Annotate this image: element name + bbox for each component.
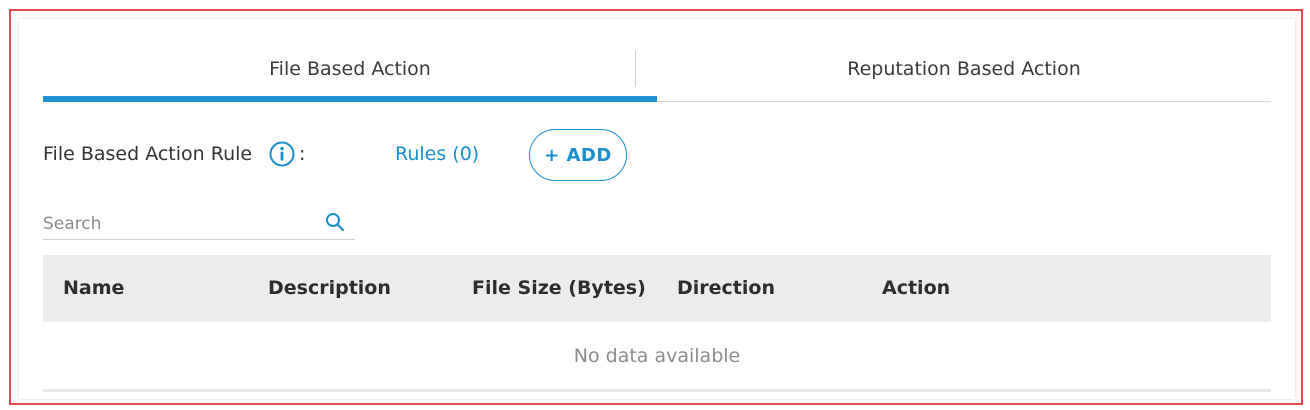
info-icon[interactable] [269,141,295,167]
rule-label: File Based Action Rule [43,143,253,165]
column-header-description[interactable]: Description [268,255,391,322]
search-box [43,207,355,240]
empty-message-text: No data available [573,344,741,367]
rule-label-colon: : [299,143,306,165]
column-header-action[interactable]: Action [882,255,950,322]
tab-label: Reputation Based Action [847,58,1081,80]
column-header-direction[interactable]: Direction [677,255,775,322]
table-header: Name Description File Size (Bytes) Direc… [43,255,1271,322]
file-action-panel: File Based Action Reputation Based Actio… [19,19,1295,399]
column-header-name[interactable]: Name [63,255,124,322]
rule-row: File Based Action Rule : Rules (0) + ADD [43,127,743,183]
tab-file-based-action[interactable]: File Based Action [43,39,657,102]
tab-label: File Based Action [269,58,431,80]
rules-count-link[interactable]: Rules (0) [395,143,479,165]
tab-bar: File Based Action Reputation Based Actio… [43,39,1271,102]
tab-divider [635,51,636,87]
column-header-file-size[interactable]: File Size (Bytes) [472,255,646,322]
search-input[interactable] [43,211,313,237]
rules-table: Name Description File Size (Bytes) Direc… [43,255,1271,392]
tab-reputation-based-action[interactable]: Reputation Based Action [657,39,1271,101]
add-rule-button[interactable]: + ADD [529,129,627,181]
empty-table-message: No data available [43,322,1271,392]
highlight-frame: File Based Action Reputation Based Actio… [9,9,1303,405]
search-icon[interactable] [325,212,345,232]
